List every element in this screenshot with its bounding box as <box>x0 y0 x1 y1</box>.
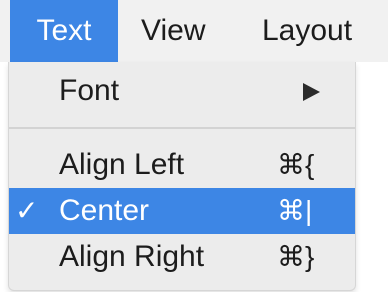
menu-item-center-label: Center <box>59 194 150 227</box>
submenu-arrow-icon <box>303 83 320 101</box>
menu-item-align-left-label: Align Left <box>59 148 185 181</box>
menu-layout[interactable]: Layout <box>262 0 352 62</box>
menu-item-align-right-label: Align Right <box>59 240 205 273</box>
menu-text[interactable]: Text <box>10 0 118 62</box>
menu-item-align-left[interactable]: Align Left ⌘{ <box>9 142 355 188</box>
menu-item-center-shortcut: ⌘| <box>277 195 313 226</box>
checkmark-icon: ✓ <box>15 195 39 226</box>
menu-item-font[interactable]: Font <box>9 68 355 114</box>
menu-item-align-left-shortcut: ⌘{ <box>277 149 315 180</box>
menu-item-align-right[interactable]: Align Right ⌘} <box>9 234 355 280</box>
menu-item-font-label: Font <box>59 74 120 107</box>
menu-item-center[interactable]: ✓ Center ⌘| <box>9 188 355 234</box>
menu-item-align-right-shortcut: ⌘} <box>277 241 315 272</box>
menu-view[interactable]: View <box>141 0 205 62</box>
text-menu-dropdown: Font Align Left ⌘{ ✓ Center ⌘| Align Rig… <box>8 62 356 291</box>
menu-bar: Text View Layout <box>0 0 388 62</box>
menu-separator <box>9 127 355 129</box>
